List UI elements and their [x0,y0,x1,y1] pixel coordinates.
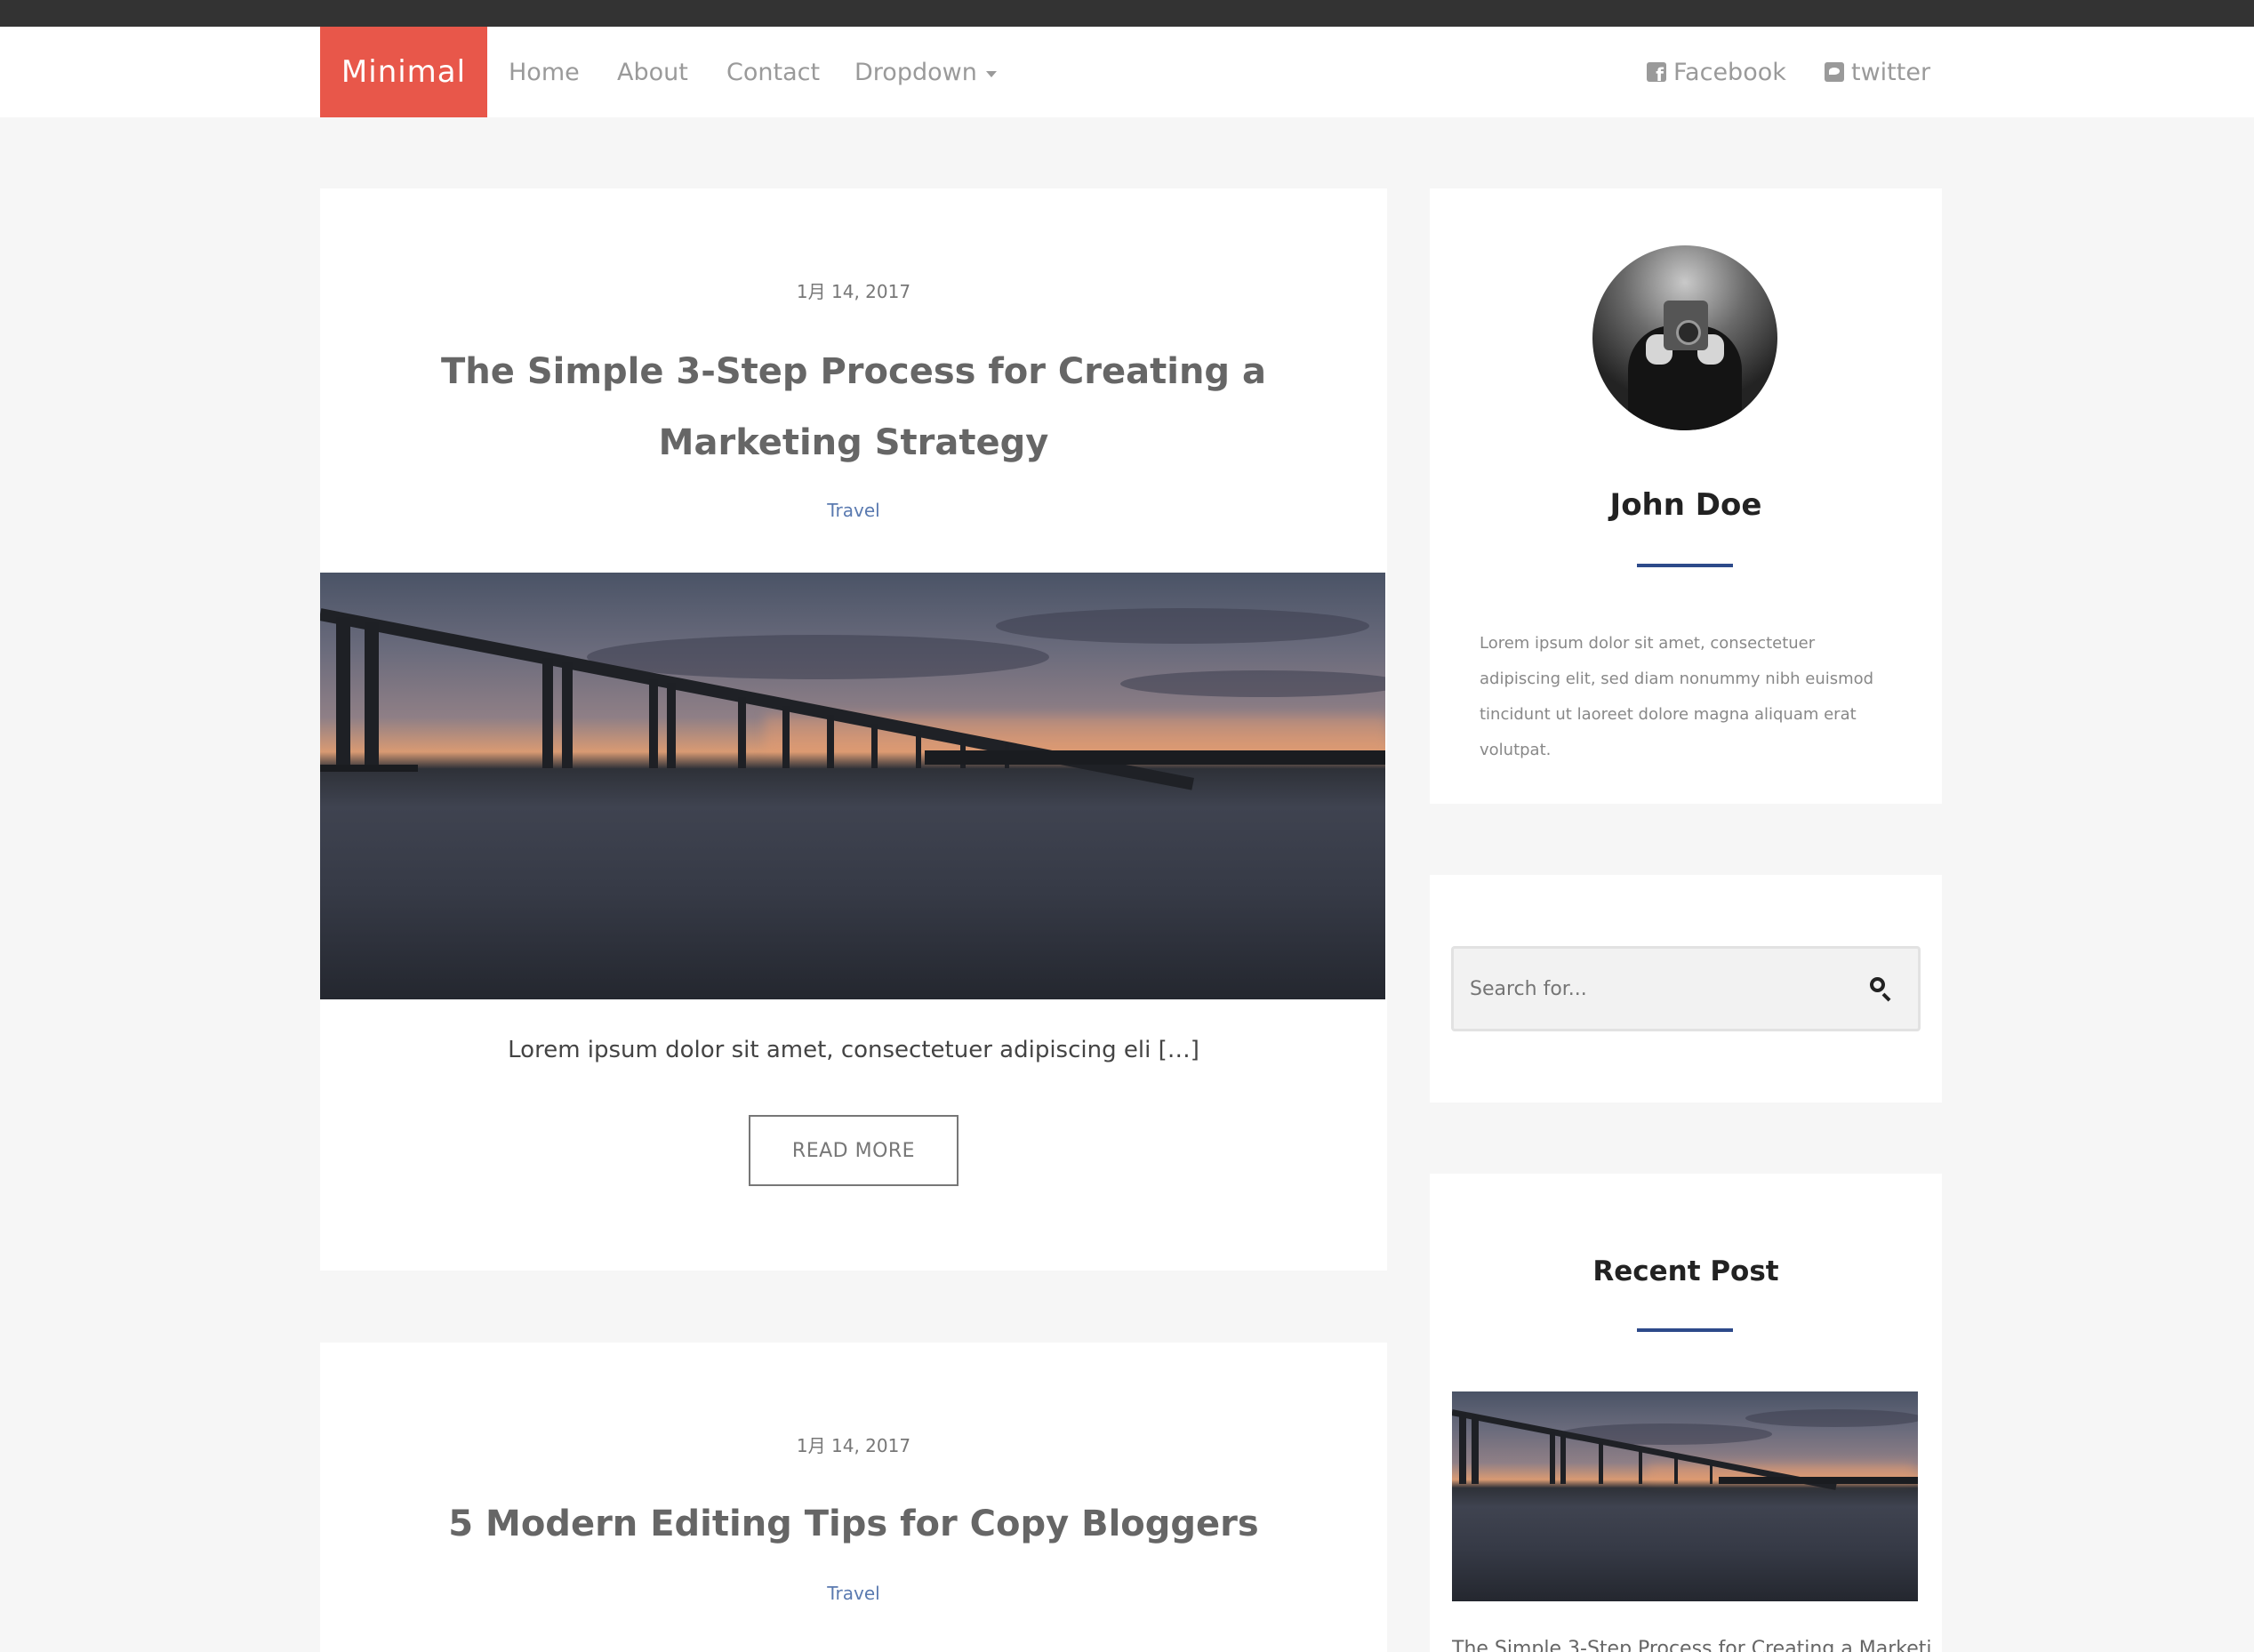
profile-widget: John Doe Lorem ipsum dolor sit amet, con… [1430,188,1942,804]
caret-down-icon [985,70,997,77]
top-strip [0,0,2254,27]
avatar [1592,245,1777,430]
nav-contact[interactable]: Contact [726,27,820,117]
nav-dropdown[interactable]: Dropdown [854,27,997,117]
post-date: 1月 14, 2017 [796,1435,911,1456]
search-widget [1430,875,1942,1103]
title-underline [1637,564,1733,567]
search-box [1451,946,1921,1031]
nav-about[interactable]: About [617,27,688,117]
recent-post-widget: Recent Post The Simple 3-Step Process fo… [1430,1174,1942,1652]
brand-logo[interactable]: Minimal [320,27,487,117]
post-card: 1月 14, 2017 The Simple 3-Step Process fo… [320,188,1387,1271]
recent-post-thumbnail[interactable] [1452,1391,1918,1601]
recent-post-title[interactable]: The Simple 3-Step Process for Creating a… [1452,1638,1932,1652]
facebook-icon [1647,62,1666,85]
post-title[interactable]: The Simple 3-Step Process for Creating a… [320,336,1387,478]
post-date: 1月 14, 2017 [796,281,911,302]
post-excerpt: Lorem ipsum dolor sit amet, consectetuer… [508,1037,1199,1063]
post-featured-image[interactable] [320,573,1385,999]
nav-home[interactable]: Home [509,27,580,117]
facebook-link[interactable]: Facebook [1647,27,1786,117]
facebook-label: Facebook [1673,58,1786,86]
post-category[interactable]: Travel [320,500,1387,521]
search-input[interactable] [1470,949,1843,1029]
recent-post-heading: Recent Post [1592,1255,1779,1287]
post-category[interactable]: Travel [320,1583,1387,1604]
profile-name: John Doe [1609,487,1762,523]
post-title[interactable]: 5 Modern Editing Tips for Copy Bloggers [320,1488,1387,1560]
profile-bio: Lorem ipsum dolor sit amet, consectetuer… [1480,634,1874,759]
title-underline [1637,1328,1733,1332]
twitter-label: twitter [1851,58,1931,86]
nav-dropdown-label: Dropdown [854,58,977,86]
post-card: 1月 14, 2017 5 Modern Editing Tips for Co… [320,1343,1387,1652]
read-more-button[interactable]: READ MORE [749,1115,959,1186]
twitter-link[interactable]: twitter [1825,27,1930,117]
twitter-icon [1825,62,1844,82]
search-icon[interactable] [1868,975,1895,1002]
navbar: Minimal Home About Contact Dropdown Face… [0,27,2254,117]
